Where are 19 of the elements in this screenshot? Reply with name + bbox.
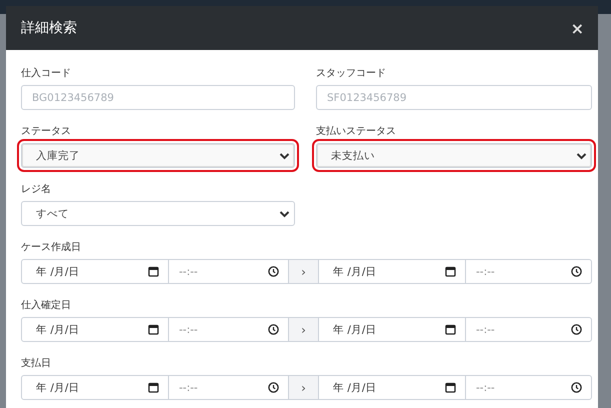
field-label: レジ名 xyxy=(21,183,52,197)
select-value: 未支払い xyxy=(331,148,375,162)
field-label: 支払いステータス xyxy=(316,125,397,139)
chevron-down-icon xyxy=(576,152,587,160)
select-value: すべて xyxy=(36,206,69,220)
field-label: 仕入確定日 xyxy=(21,299,72,313)
select-value: 入庫完了 xyxy=(36,148,80,162)
input-field[interactable]: SF0123456789 xyxy=(316,85,592,110)
field-label: ケース作成日 xyxy=(21,241,82,255)
field-label: スタッフコード xyxy=(316,67,387,81)
chevron-down-icon xyxy=(279,152,290,160)
chevron-down-icon xyxy=(279,210,290,218)
input-field[interactable]: BG0123456789 xyxy=(21,85,295,110)
select-field[interactable]: すべて xyxy=(21,201,295,226)
field-label: 支払日 xyxy=(21,357,52,371)
field-label: ステータス xyxy=(21,125,72,139)
dialog-title: 詳細検索 xyxy=(21,19,77,37)
close-button[interactable]: × xyxy=(566,18,588,38)
field-label: 仕入コード xyxy=(21,67,72,81)
